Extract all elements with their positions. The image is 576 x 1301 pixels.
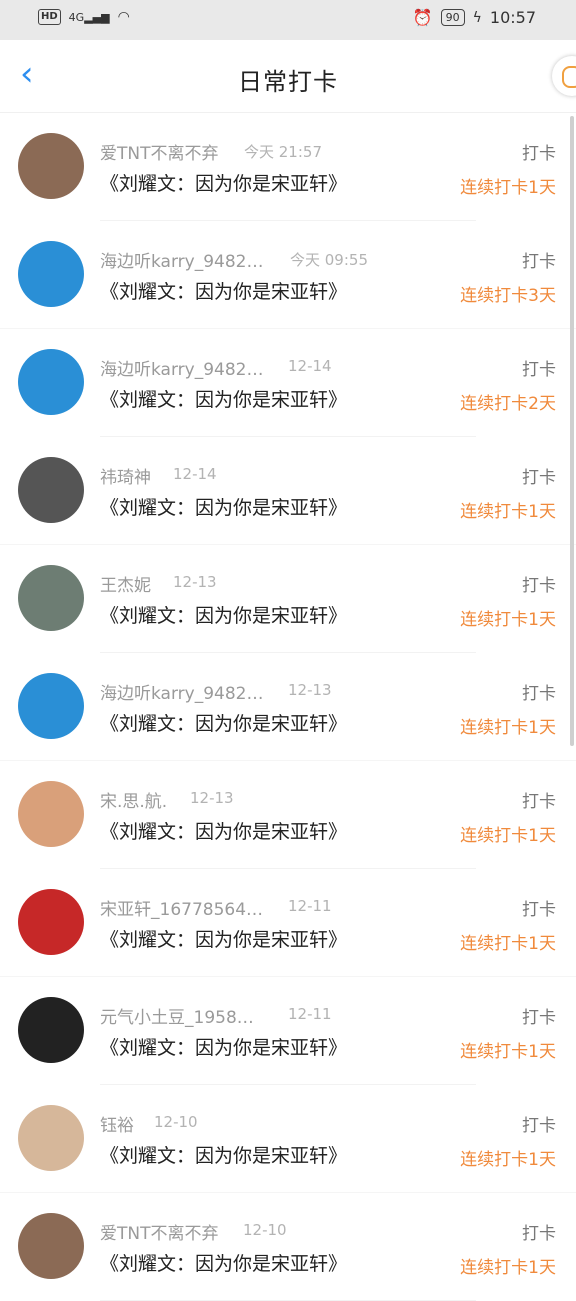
post-time: 12-10 [154,1113,198,1131]
checkin-type: 打卡 [522,1116,556,1136]
status-bar: HD 4G▂▄▆ ◠ ⏰ 90 ϟ 10:57 [0,0,576,40]
charging-icon: ϟ [472,9,482,26]
post-time: 12-14 [173,465,217,483]
avatar[interactable] [18,349,84,415]
battery-level: 90 [440,9,465,26]
list-item[interactable]: 海边听karry_9482… 12-14 《刘耀文：因为你是宋亚轩》 打卡 连续… [0,329,576,437]
list-item[interactable]: 海边听karry_9482… 12-13 《刘耀文：因为你是宋亚轩》 打卡 连续… [0,653,576,761]
avatar[interactable] [18,241,84,307]
list-item[interactable]: 祎琦神 12-14 《刘耀文：因为你是宋亚轩》 打卡 连续打卡1天 [0,437,576,545]
list-item[interactable]: 海边听karry_9482… 今天 09:55 《刘耀文：因为你是宋亚轩》 打卡… [0,221,576,329]
checkin-type: 打卡 [522,144,556,164]
wifi-icon: ◠ [117,9,130,25]
streak-badge: 连续打卡1天 [460,1042,556,1062]
list-item[interactable]: 元气小土豆_1958… 12-11 《刘耀文：因为你是宋亚轩》 打卡 连续打卡1… [0,977,576,1085]
streak-badge: 连续打卡1天 [460,718,556,738]
streak-badge: 连续打卡1天 [460,826,556,846]
list-item[interactable]: 宋亚轩_16778564… 12-11 《刘耀文：因为你是宋亚轩》 打卡 连续打… [0,869,576,977]
user-name[interactable]: 钰裕 [100,1111,134,1136]
post-time: 12-13 [288,681,332,699]
user-name[interactable]: 爱TNT不离不弃 [100,139,219,164]
book-title[interactable]: 《刘耀文：因为你是宋亚轩》 [100,709,347,736]
checkin-list: 爱TNT不离不弃 今天 21:57 《刘耀文：因为你是宋亚轩》 打卡 连续打卡1… [0,113,576,1301]
user-name[interactable]: 爱TNT不离不弃 [100,1219,219,1244]
book-title[interactable]: 《刘耀文：因为你是宋亚轩》 [100,1033,347,1060]
book-title[interactable]: 《刘耀文：因为你是宋亚轩》 [100,385,347,412]
post-time: 12-11 [288,1005,332,1023]
clock: 10:57 [489,8,536,27]
streak-badge: 连续打卡1天 [460,1150,556,1170]
user-name[interactable]: 海边听karry_9482… [100,679,263,704]
streak-badge: 连续打卡1天 [460,610,556,630]
list-item[interactable]: 爱TNT不离不弃 12-10 《刘耀文：因为你是宋亚轩》 打卡 连续打卡1天 [0,1193,576,1301]
avatar[interactable] [18,781,84,847]
book-title[interactable]: 《刘耀文：因为你是宋亚轩》 [100,169,347,196]
book-title[interactable]: 《刘耀文：因为你是宋亚轩》 [100,601,347,628]
checkin-type: 打卡 [522,1224,556,1244]
book-title[interactable]: 《刘耀文：因为你是宋亚轩》 [100,493,347,520]
post-time: 12-13 [190,789,234,807]
book-title[interactable]: 《刘耀文：因为你是宋亚轩》 [100,925,347,952]
assistant-icon [562,66,576,88]
user-name[interactable]: 祎琦神 [100,463,151,488]
avatar[interactable] [18,133,84,199]
scrollbar[interactable] [570,116,574,746]
user-name[interactable]: 海边听karry_9482… [100,247,263,272]
post-time: 今天 21:57 [244,143,322,161]
checkin-type: 打卡 [522,1008,556,1028]
checkin-type: 打卡 [522,792,556,812]
streak-badge: 连续打卡1天 [460,1258,556,1278]
post-time: 12-11 [288,897,332,915]
signal-icon: 4G▂▄▆ [68,10,110,24]
user-name[interactable]: 宋亚轩_16778564… [100,895,263,920]
list-item[interactable]: 王杰妮 12-13 《刘耀文：因为你是宋亚轩》 打卡 连续打卡1天 [0,545,576,653]
list-item[interactable]: 爱TNT不离不弃 今天 21:57 《刘耀文：因为你是宋亚轩》 打卡 连续打卡1… [0,113,576,221]
book-title[interactable]: 《刘耀文：因为你是宋亚轩》 [100,817,347,844]
user-name[interactable]: 海边听karry_9482… [100,355,263,380]
streak-badge: 连续打卡1天 [460,502,556,522]
checkin-type: 打卡 [522,360,556,380]
avatar[interactable] [18,673,84,739]
list-item[interactable]: 钰裕 12-10 《刘耀文：因为你是宋亚轩》 打卡 连续打卡1天 [0,1085,576,1193]
checkin-type: 打卡 [522,576,556,596]
nav-bar: ‹ 日常打卡 [0,40,576,113]
checkin-type: 打卡 [522,900,556,920]
post-time: 今天 09:55 [290,251,368,269]
avatar[interactable] [18,1213,84,1279]
post-time: 12-10 [243,1221,287,1239]
avatar[interactable] [18,997,84,1063]
hd-icon: HD [38,9,61,25]
avatar[interactable] [18,457,84,523]
post-time: 12-14 [288,357,332,375]
user-name[interactable]: 王杰妮 [100,571,151,596]
checkin-type: 打卡 [522,468,556,488]
checkin-type: 打卡 [522,684,556,704]
avatar[interactable] [18,565,84,631]
avatar[interactable] [18,889,84,955]
book-title[interactable]: 《刘耀文：因为你是宋亚轩》 [100,1249,347,1276]
streak-badge: 连续打卡1天 [460,934,556,954]
user-name[interactable]: 元气小土豆_1958… [100,1003,254,1028]
checkin-type: 打卡 [522,252,556,272]
network-type: 4G [68,10,85,24]
streak-badge: 连续打卡3天 [460,286,556,306]
streak-badge: 连续打卡2天 [460,394,556,414]
post-time: 12-13 [173,573,217,591]
page-title: 日常打卡 [238,68,338,96]
book-title[interactable]: 《刘耀文：因为你是宋亚轩》 [100,1141,347,1168]
avatar[interactable] [18,1105,84,1171]
streak-badge: 连续打卡1天 [460,178,556,198]
list-item[interactable]: 宋.思.航. 12-13 《刘耀文：因为你是宋亚轩》 打卡 连续打卡1天 [0,761,576,869]
book-title[interactable]: 《刘耀文：因为你是宋亚轩》 [100,277,347,304]
alarm-icon: ⏰ [412,8,433,27]
user-name[interactable]: 宋.思.航. [100,787,167,812]
